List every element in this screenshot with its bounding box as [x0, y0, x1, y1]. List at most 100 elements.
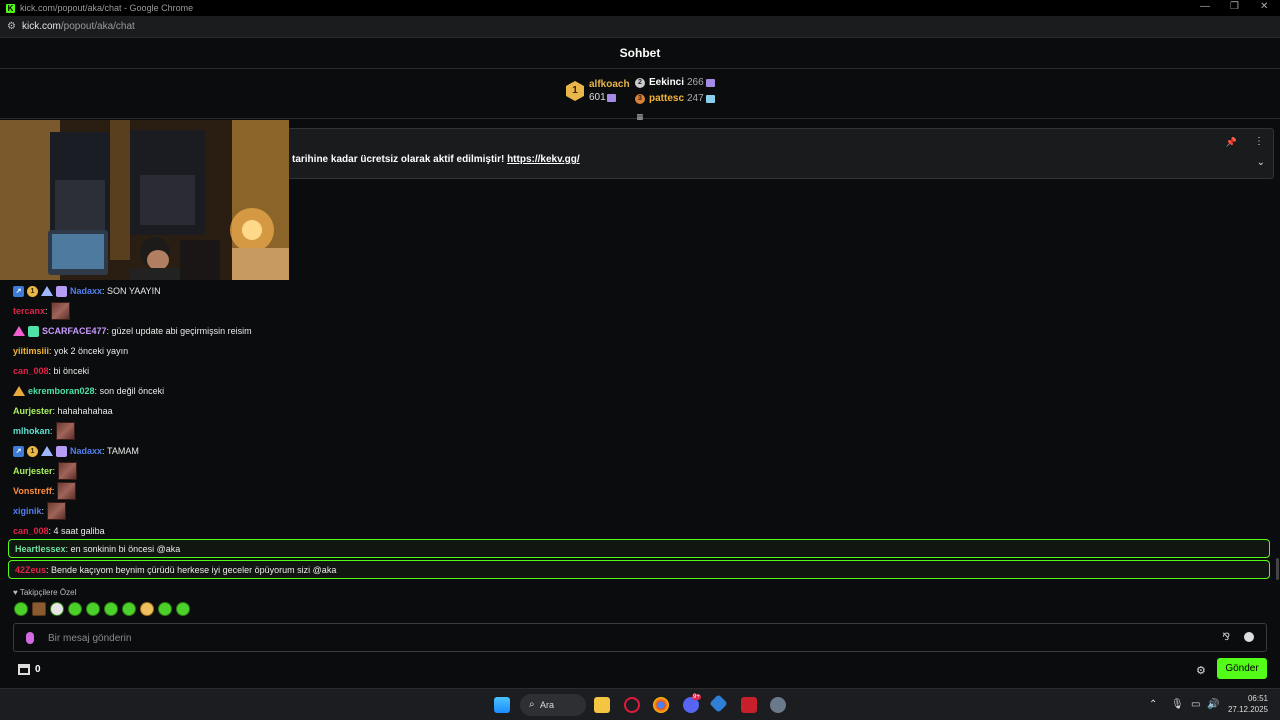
chat-message[interactable]: can_008: 4 saat galiba: [13, 521, 1263, 541]
chat-message[interactable]: ekremboran028: son değil önceki: [13, 381, 1263, 401]
highlighted-message[interactable]: Heartlessex: en sonkinin bi öncesi @aka: [8, 539, 1270, 558]
leader-2-name[interactable]: Eekinci: [649, 77, 684, 88]
chat-username[interactable]: can_008: [13, 526, 49, 536]
chat-text: yok 2 önceki yayın: [54, 346, 129, 356]
chat-username[interactable]: Nadaxx: [70, 446, 102, 456]
gift-icon: [706, 95, 715, 103]
emote-button[interactable]: [50, 602, 64, 616]
chat-username[interactable]: yiitimsiii: [13, 346, 49, 356]
emote-button[interactable]: [140, 602, 154, 616]
network-icon[interactable]: ▭: [1191, 699, 1200, 710]
chat-message[interactable]: can_008: bi önceki: [13, 361, 1263, 381]
address-bar[interactable]: ⚙ kick.com/popout/aka/chat: [0, 16, 1280, 38]
chevron-up-icon[interactable]: ⌃: [1149, 699, 1157, 710]
chat-username[interactable]: tercanx: [13, 306, 45, 316]
chat-username[interactable]: 42Zeus: [15, 565, 46, 575]
more-options-icon[interactable]: ⋮: [1254, 136, 1264, 147]
sub-badge-icon: [28, 325, 39, 337]
verified-badge-icon: [41, 286, 53, 296]
microphone-tray-icon[interactable]: 🎙: [1171, 699, 1184, 710]
microphone-icon[interactable]: [26, 632, 34, 644]
chat-message[interactable]: Vonstreff:: [13, 481, 1263, 501]
app-icon[interactable]: [741, 697, 757, 713]
emote: [58, 462, 78, 480]
chat-message[interactable]: SCARFACE477: güzel update abi geçirmişsi…: [13, 321, 1263, 341]
emote-button[interactable]: [176, 602, 190, 616]
gift-icon: [607, 94, 616, 102]
highlighted-message[interactable]: 42Zeus: Bende kaçıyom beynim çürüdü herk…: [8, 560, 1270, 579]
window-title: kick.com/popout/aka/chat - Google Chrome: [20, 3, 194, 13]
opera-icon[interactable]: [624, 697, 640, 713]
chat-username[interactable]: ekremboran028: [28, 386, 95, 396]
chat-title: Sohbet: [619, 46, 661, 60]
chat-message[interactable]: ↗ 1 Nadaxx: TAMAM: [13, 441, 1263, 461]
volume-icon[interactable]: 🔊: [1207, 699, 1219, 710]
file-explorer-icon[interactable]: [594, 697, 610, 713]
leader-3-name[interactable]: pattesc: [649, 93, 684, 104]
emote-button[interactable]: [32, 602, 46, 616]
kick-logo-icon: K: [6, 3, 15, 13]
chrome-icon[interactable]: [653, 697, 669, 713]
chevron-down-icon[interactable]: ⌄: [1257, 157, 1265, 168]
pinned-link[interactable]: https://kekv.gg/: [507, 154, 580, 165]
chat-message[interactable]: yiitimsiii: yok 2 önceki yayın: [13, 341, 1263, 361]
chat-text: hahahahahaa: [57, 406, 113, 416]
settings-app-icon[interactable]: [770, 697, 786, 713]
emote-button[interactable]: [122, 602, 136, 616]
clock-date: 27.12.2025: [1227, 705, 1268, 714]
emote-button[interactable]: [14, 602, 28, 616]
chat-text: 4 saat galiba: [53, 526, 105, 536]
chat-username[interactable]: SCARFACE477: [42, 326, 107, 336]
chat-username[interactable]: Heartlessex: [15, 544, 66, 554]
chat-username[interactable]: mlhokan: [13, 426, 50, 436]
og-badge-icon: 1: [27, 285, 38, 297]
app-icon[interactable]: [709, 694, 728, 713]
store-icon[interactable]: [18, 664, 30, 675]
close-icon[interactable]: ✕: [1260, 1, 1268, 12]
chat-text: SON YAAYIN: [107, 286, 161, 296]
chat-username[interactable]: xiginik: [13, 506, 42, 516]
emote-button[interactable]: [86, 602, 100, 616]
chat-message[interactable]: Aurjester:: [13, 461, 1263, 481]
webcam-frame: [0, 120, 289, 280]
chat-text: TAMAM: [107, 446, 139, 456]
chat-username[interactable]: Nadaxx: [70, 286, 102, 296]
leader-1-name[interactable]: alfkoach: [589, 79, 630, 90]
chat-message[interactable]: ↗ 1 Nadaxx: SON YAAYIN: [13, 281, 1263, 301]
chat-message[interactable]: tercanx:: [13, 301, 1263, 321]
chat-message[interactable]: Aurjester: hahahahahaa: [13, 401, 1263, 421]
chat-text: son değil önceki: [99, 386, 165, 396]
taskbar-search[interactable]: ⌕ Ara: [520, 694, 586, 716]
chat-username[interactable]: Aurjester: [13, 466, 53, 476]
message-input[interactable]: [48, 630, 1148, 646]
settings-gear-icon[interactable]: ⚙: [1196, 664, 1206, 677]
url-path: /popout/aka/chat: [60, 21, 135, 32]
chat-message[interactable]: mlhokan:: [13, 421, 1263, 441]
emote-button[interactable]: [158, 602, 172, 616]
chat-header: Sohbet: [0, 38, 1280, 69]
chat-username[interactable]: can_008: [13, 366, 49, 376]
emote-button[interactable]: [68, 602, 82, 616]
search-icon: ⌕: [529, 699, 535, 710]
chat-text: bi önceki: [53, 366, 90, 376]
emote-button[interactable]: [104, 602, 118, 616]
chat-username[interactable]: Vonstreff: [13, 486, 52, 496]
restore-icon[interactable]: ❐: [1230, 1, 1239, 12]
leader-2-amount: 266: [687, 77, 704, 88]
moderator-badge-icon: ↗: [13, 445, 24, 457]
emoji-picker-icon[interactable]: [1244, 632, 1254, 642]
windows-start-icon[interactable]: [494, 697, 510, 713]
pin-icon[interactable]: 📌: [1226, 137, 1237, 148]
rank-2-badge: 2: [635, 78, 645, 88]
windows-taskbar: ⌕ Ara 9+ ⌃ 🎙 ▭ 🔊 06:51 27.12.2025: [0, 688, 1280, 720]
message-composer: ⅋: [13, 623, 1267, 652]
chat-message[interactable]: xiginik:: [13, 501, 1263, 521]
system-clock[interactable]: 06:51 27.12.2025: [1228, 693, 1268, 715]
chat-scrollbar[interactable]: [1276, 558, 1279, 580]
send-button[interactable]: Gönder: [1217, 658, 1267, 679]
minimize-icon[interactable]: —: [1200, 1, 1210, 12]
collapse-leaderboard-icon[interactable]: ≡: [634, 111, 646, 123]
chat-username[interactable]: Aurjester: [13, 406, 53, 416]
site-info-icon[interactable]: ⚙: [7, 21, 16, 32]
translate-icon[interactable]: ⅋: [1222, 632, 1230, 643]
